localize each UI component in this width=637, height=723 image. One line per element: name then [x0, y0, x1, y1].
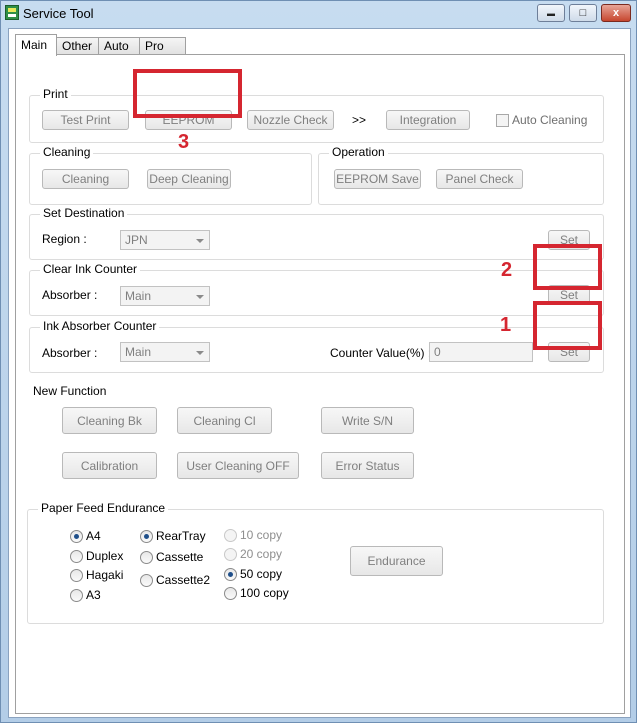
annotation-marker-3: 3: [178, 131, 190, 153]
radio-cassette2[interactable]: [140, 574, 153, 587]
counter-absorber-label: Absorber :: [42, 346, 98, 360]
radio-50-copy-label: 50 copy: [240, 567, 283, 581]
radio-20-copy[interactable]: [224, 548, 237, 561]
print-group: Print Test Print EEPROM Nozzle Check >> …: [29, 87, 604, 143]
radio-50-copy[interactable]: [224, 568, 237, 581]
nozzle-check-button[interactable]: Nozzle Check: [247, 110, 334, 130]
radio-10-copy-label: 10 copy: [240, 528, 283, 542]
write-sn-button[interactable]: Write S/N: [321, 407, 414, 434]
minimize-icon: ▬: [547, 8, 555, 18]
radio-duplex[interactable]: [70, 550, 83, 563]
region-select-value: JPN: [125, 233, 148, 247]
window-title: Service Tool: [23, 6, 94, 21]
radio-a3-label: A3: [86, 588, 101, 602]
counter-absorber-select-value: Main: [125, 345, 152, 359]
radio-cassette2-label: Cassette2: [156, 573, 211, 587]
set-destination-group: Set Destination Region : JPN Set: [29, 206, 604, 260]
paper-feed-endurance-group-label: Paper Feed Endurance: [38, 501, 169, 515]
panel-check-button[interactable]: Panel Check: [436, 169, 523, 189]
tab-other[interactable]: Other: [56, 37, 99, 55]
chevron-down-icon: [196, 295, 204, 299]
clear-ink-counter-group: Clear Ink Counter Absorber : Main Set: [29, 262, 604, 316]
error-status-button[interactable]: Error Status: [321, 452, 414, 479]
maximize-icon: □: [579, 7, 587, 19]
close-button[interactable]: x: [601, 4, 631, 22]
service-tool-window: Service Tool ▬ □ x Main Other Auto Pro P…: [0, 0, 637, 723]
radio-100-copy-label: 100 copy: [240, 586, 289, 600]
minimize-button[interactable]: ▬: [537, 4, 565, 22]
radio-a3[interactable]: [70, 589, 83, 602]
radio-reartray[interactable]: [140, 530, 153, 543]
arrows-label: >>: [352, 113, 367, 127]
radio-100-copy[interactable]: [224, 587, 237, 600]
test-print-button[interactable]: Test Print: [42, 110, 129, 130]
radio-hagaki-label: Hagaki: [86, 568, 124, 582]
maximize-button[interactable]: □: [569, 4, 597, 22]
set-destination-group-label: Set Destination: [40, 206, 128, 220]
radio-20-copy-label: 20 copy: [240, 547, 283, 561]
title-bar: Service Tool ▬ □ x: [1, 1, 636, 27]
main-tab-panel: Print Test Print EEPROM Nozzle Check >> …: [15, 54, 625, 714]
radio-cassette[interactable]: [140, 551, 153, 564]
chevron-down-icon: [196, 239, 204, 243]
integration-button[interactable]: Integration: [386, 110, 470, 130]
auto-cleaning-label: Auto Cleaning: [512, 113, 588, 127]
radio-duplex-label: Duplex: [86, 549, 124, 563]
chevron-down-icon: [196, 351, 204, 355]
counter-absorber-select[interactable]: Main: [120, 342, 210, 362]
cleaning-button[interactable]: Cleaning: [42, 169, 129, 189]
radio-a4[interactable]: [70, 530, 83, 543]
tab-main[interactable]: Main: [15, 34, 57, 56]
calibration-button[interactable]: Calibration: [62, 452, 157, 479]
ink-absorber-counter-group-label: Ink Absorber Counter: [40, 319, 160, 333]
ink-absorber-counter-group: Ink Absorber Counter Absorber : Main Cou…: [29, 319, 604, 373]
app-icon: [5, 5, 19, 20]
radio-hagaki[interactable]: [70, 569, 83, 582]
highlight-box-absorber-set: [533, 301, 602, 350]
client-area: Main Other Auto Pro Print Test Print EEP…: [8, 28, 631, 718]
highlight-box-eeprom: [133, 69, 242, 118]
deep-cleaning-button[interactable]: Deep Cleaning: [147, 169, 231, 189]
user-cleaning-off-button[interactable]: User Cleaning OFF: [177, 452, 299, 479]
radio-a4-label: A4: [86, 529, 101, 543]
clear-absorber-label: Absorber :: [42, 288, 98, 302]
counter-value-field[interactable]: 0: [429, 342, 533, 362]
cleaning-group: Cleaning Cleaning Deep Cleaning: [29, 145, 312, 205]
print-group-label: Print: [40, 87, 71, 101]
radio-cassette-label: Cassette: [156, 550, 204, 564]
clear-absorber-select-value: Main: [125, 289, 152, 303]
new-function-label: New Function: [33, 384, 107, 398]
endurance-button[interactable]: Endurance: [350, 546, 443, 576]
radio-reartray-label: RearTray: [156, 529, 206, 543]
auto-cleaning-checkbox[interactable]: [496, 114, 509, 127]
region-label: Region :: [42, 232, 87, 246]
eeprom-save-button[interactable]: EEPROM Save: [334, 169, 421, 189]
operation-group: Operation EEPROM Save Panel Check: [318, 145, 604, 205]
operation-group-label: Operation: [329, 145, 388, 159]
cleaning-bk-button[interactable]: Cleaning Bk: [62, 407, 157, 434]
tab-pro[interactable]: Pro: [139, 37, 186, 55]
paper-feed-endurance-group: Paper Feed Endurance A4 Duplex Hagaki A3…: [27, 501, 604, 624]
clear-absorber-select[interactable]: Main: [120, 286, 210, 306]
region-select[interactable]: JPN: [120, 230, 210, 250]
counter-value-label: Counter Value(%) :: [330, 346, 432, 360]
highlight-box-clear-set: [533, 244, 602, 290]
radio-10-copy[interactable]: [224, 529, 237, 542]
close-icon: x: [612, 7, 620, 19]
annotation-marker-2: 2: [501, 259, 513, 281]
cleaning-group-label: Cleaning: [40, 145, 94, 159]
cleaning-cl-button[interactable]: Cleaning Cl: [177, 407, 272, 434]
annotation-marker-1: 1: [500, 314, 512, 336]
clear-ink-counter-group-label: Clear Ink Counter: [40, 262, 141, 276]
tab-auto[interactable]: Auto: [98, 37, 140, 55]
